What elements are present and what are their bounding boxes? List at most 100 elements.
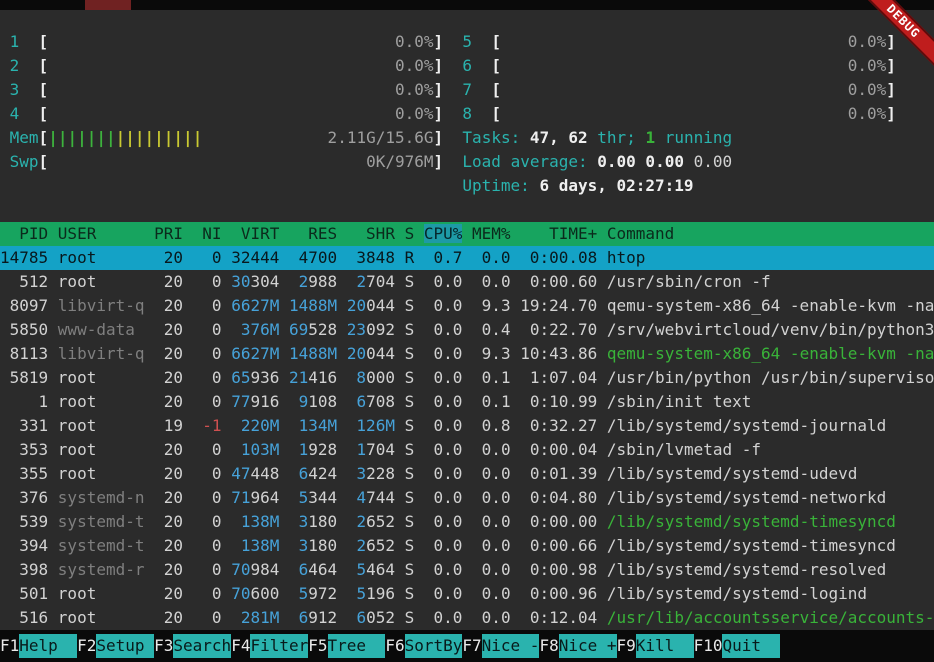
process-row-398[interactable]: 398 systemd-r 20 0 70984 6464 5464 S 0.0… [0, 558, 934, 582]
text-segment: 3 [299, 536, 309, 555]
fkey-help[interactable]: F1Help [0, 634, 77, 658]
text-segment: 304 [250, 272, 298, 291]
cpu-meters-row-2-6: 2 [ 0.0%] 6 [ 0.0%] [0, 54, 934, 78]
text-segment: [ [491, 32, 501, 51]
text-segment: 539 [0, 512, 58, 531]
text-segment: 528 [308, 320, 347, 339]
process-row-5850[interactable]: 5850 www-data 20 0 376M 69528 23092 S 0.… [0, 318, 934, 342]
text-segment [443, 152, 462, 171]
text-segment: 180 [308, 536, 356, 555]
fkey-filter[interactable]: F4Filter [231, 634, 308, 658]
text-segment: 394 [0, 536, 58, 555]
text-segment: 77 [231, 392, 250, 411]
text-segment [337, 296, 347, 315]
text-segment: 1488M [289, 344, 337, 363]
text-segment: 103M [241, 440, 280, 459]
text-segment: 464 S 0.0 0.0 0:00.98 /lib/systemd/syste… [366, 560, 886, 579]
process-row-353[interactable]: 353 root 20 0 103M 1928 1704 S 0.0 0.0 0… [0, 438, 934, 462]
text-segment: thr; [588, 128, 646, 147]
text-segment: running [655, 128, 732, 147]
text-segment [472, 80, 491, 99]
text-segment: Uptime: [462, 176, 539, 195]
process-table-header[interactable]: PID USER PRI NI VIRT RES SHR S CPU% MEM%… [0, 222, 934, 246]
text-segment: 1 [10, 32, 20, 51]
process-row-331[interactable]: 331 root 19 -1 220M 134M 126M S 0.0 0.8 … [0, 414, 934, 438]
text-segment: 20 0 [154, 320, 241, 339]
text-segment [222, 416, 241, 435]
text-segment: libvirt-q [58, 296, 154, 315]
text-segment: 30 [231, 272, 250, 291]
text-segment: 0.00 0.00 [597, 152, 693, 171]
text-segment: CPU% [424, 224, 463, 243]
text-segment: 516 root 20 0 [0, 608, 241, 627]
text-segment: ] [886, 104, 896, 123]
process-row-539[interactable]: 539 systemd-t 20 0 138M 3180 2652 S 0.0 … [0, 510, 934, 534]
process-row-516[interactable]: 516 root 20 0 281M 6912 6052 S 0.0 0.0 0… [0, 606, 934, 630]
text-segment [472, 32, 491, 51]
text-segment: 1 [299, 440, 309, 459]
window-tab-fragment [85, 0, 131, 10]
text-segment: 2 [356, 272, 366, 291]
text-segment: 0.0% [501, 104, 886, 123]
process-row-355[interactable]: 355 root 20 0 47448 6424 3228 S 0.0 0.0 … [0, 462, 934, 486]
text-segment: [ [39, 56, 49, 75]
process-row-512[interactable]: 512 root 20 0 30304 2988 2704 S 0.0 0.0 … [0, 270, 934, 294]
cpu-meters-row-3-7: 3 [ 0.0%] 7 [ 0.0%] [0, 78, 934, 102]
text-segment: ] [434, 80, 444, 99]
text-segment: 512 root 20 0 [0, 272, 231, 291]
fkey-label: Kill [636, 634, 694, 658]
mem-meter-tasks-row: Mem[|||||||||||||||| 2.11G/15.6G] Tasks:… [0, 126, 934, 150]
text-segment: 8 [356, 368, 366, 387]
text-segment: 0.0% [501, 32, 886, 51]
fkey-quit[interactable]: F10Quit [694, 634, 781, 658]
text-segment [279, 416, 298, 435]
fkey-number: F3 [154, 634, 173, 658]
process-row-501[interactable]: 501 root 20 0 70600 5972 5196 S 0.0 0.0 … [0, 582, 934, 606]
fkey-nice-plus[interactable]: F8Nice + [539, 634, 616, 658]
process-row-selected-14785[interactable]: 14785 root 20 0 32444 4700 3848 R 0.7 0.… [0, 246, 934, 270]
text-segment: 8113 [0, 344, 58, 363]
fkey-number: F5 [308, 634, 327, 658]
fkey-kill[interactable]: F9Kill [617, 634, 694, 658]
fkey-sortby[interactable]: F6SortBy [385, 634, 462, 658]
fkey-search[interactable]: F3Search [154, 634, 231, 658]
text-segment [279, 344, 289, 363]
fkey-label: Nice - [482, 634, 540, 658]
process-row-8113[interactable]: 8113 libvirt-q 20 0 6627M 1488M 20044 S … [0, 342, 934, 366]
fkey-tree[interactable]: F5Tree [308, 634, 385, 658]
process-row-8097[interactable]: 8097 libvirt-q 20 0 6627M 1488M 20044 S … [0, 294, 934, 318]
text-segment: 376M [241, 320, 280, 339]
text-segment: 6 [299, 464, 309, 483]
text-segment: 355 root 20 0 [0, 464, 231, 483]
text-segment: 5850 [0, 320, 58, 339]
text-segment: 2 [356, 512, 366, 531]
text-segment: 0.0% [48, 80, 433, 99]
process-row-1[interactable]: 1 root 20 0 77916 9108 6708 S 0.0 0.1 0:… [0, 390, 934, 414]
text-segment [337, 344, 347, 363]
text-segment: 988 [308, 272, 356, 291]
text-segment: [ [491, 104, 501, 123]
text-segment [19, 56, 38, 75]
text-segment [19, 32, 38, 51]
process-row-5819[interactable]: 5819 root 20 0 65936 21416 8000 S 0.0 0.… [0, 366, 934, 390]
text-segment: 220M [241, 416, 280, 435]
process-row-394[interactable]: 394 systemd-t 20 0 138M 3180 2652 S 0.0 … [0, 534, 934, 558]
fkey-label: Help [19, 634, 77, 658]
fkey-nice-minus[interactable]: F7Nice - [462, 634, 539, 658]
process-row-376[interactable]: 376 systemd-n 20 0 71964 5344 4744 S 0.0… [0, 486, 934, 510]
fkey-setup[interactable]: F2Setup [77, 634, 154, 658]
text-segment: ||||||| [48, 128, 115, 147]
text-segment: 928 [308, 440, 356, 459]
text-segment [279, 608, 298, 627]
text-segment: 21 [289, 368, 308, 387]
text-segment: ] [886, 56, 896, 75]
text-segment: 71 [231, 488, 250, 507]
text-segment [443, 128, 462, 147]
text-segment: [ [491, 56, 501, 75]
text-segment: 1488M [289, 296, 337, 315]
text-segment: MEM% TIME+ Command [462, 224, 674, 243]
fkey-label: Setup [96, 634, 154, 658]
text-segment: 108 [308, 392, 356, 411]
fkey-number: F10 [694, 634, 723, 658]
text-segment: systemd-t [58, 512, 154, 531]
